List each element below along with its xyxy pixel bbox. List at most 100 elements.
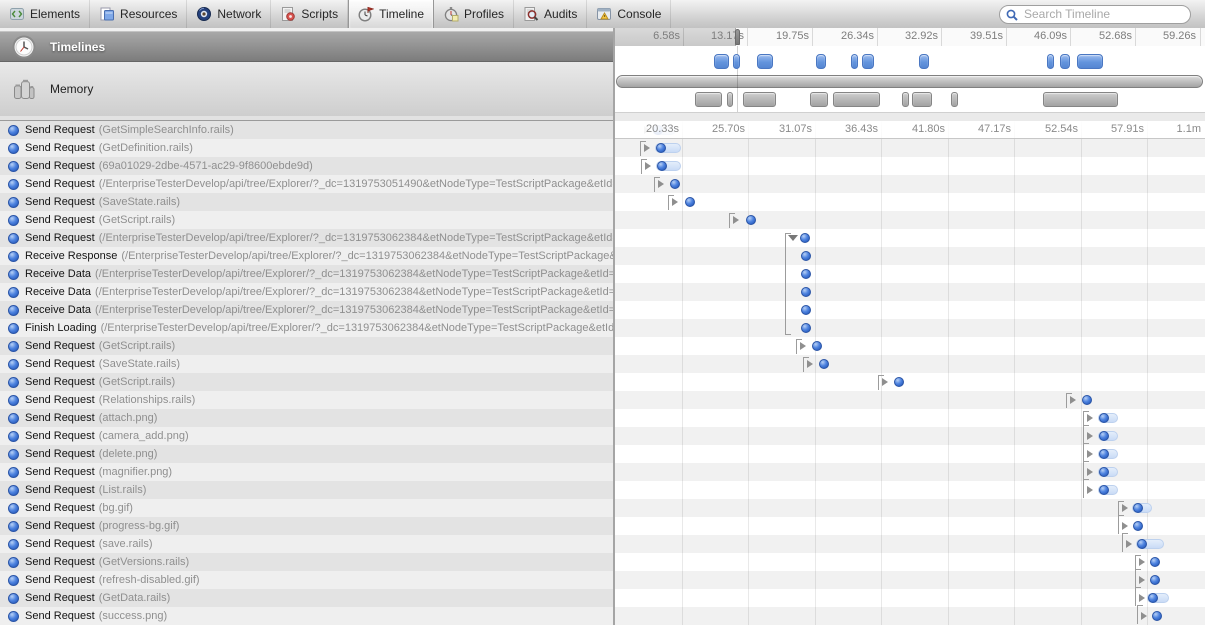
tab-timeline[interactable]: Timeline bbox=[348, 0, 434, 28]
timeline-record-row[interactable]: Receive Data(/EnterpriseTesterDevelop/ap… bbox=[0, 301, 613, 319]
ruler-tick bbox=[1006, 28, 1007, 46]
sidebar-item-memory[interactable]: Memory bbox=[0, 62, 613, 116]
record-event-dot[interactable] bbox=[1099, 467, 1109, 477]
timeline-record-row[interactable]: Send Request(camera_add.png) bbox=[0, 427, 613, 445]
record-event-dot[interactable] bbox=[1137, 539, 1147, 549]
timeline-record-row[interactable]: Send Request(/EnterpriseTesterDevelop/ap… bbox=[0, 175, 613, 193]
record-event-dot[interactable] bbox=[800, 233, 810, 243]
tab-audits[interactable]: Audits bbox=[514, 0, 587, 28]
tab-resources[interactable]: Resources bbox=[90, 0, 187, 28]
timeline-record-row[interactable]: Send Request(GetData.rails) bbox=[0, 589, 613, 607]
record-event-dot[interactable] bbox=[1152, 611, 1162, 621]
record-event-dot[interactable] bbox=[812, 341, 822, 351]
record-expand-arrow[interactable] bbox=[1122, 522, 1128, 530]
timeline-record-row[interactable]: Send Request(Relationships.rails) bbox=[0, 391, 613, 409]
record-expand-arrow[interactable] bbox=[788, 235, 798, 241]
record-event-dot[interactable] bbox=[670, 179, 680, 189]
record-event-dot[interactable] bbox=[1133, 521, 1143, 531]
grid-time-label: 20.33s bbox=[619, 123, 679, 135]
sidebar-item-timelines[interactable]: Timelines bbox=[0, 31, 613, 62]
record-expand-arrow[interactable] bbox=[1087, 450, 1093, 458]
timeline-record-row[interactable]: Send Request(GetScript.rails) bbox=[0, 373, 613, 391]
timeline-record-row[interactable]: Send Request(GetDefinition.rails) bbox=[0, 139, 613, 157]
record-event-dot[interactable] bbox=[657, 161, 667, 171]
timeline-record-row[interactable]: Send Request(magnifier.png) bbox=[0, 463, 613, 481]
record-expand-arrow[interactable] bbox=[645, 162, 651, 170]
record-type-dot bbox=[8, 485, 19, 496]
record-marker-lane bbox=[615, 301, 1205, 319]
timeline-record-row[interactable]: Send Request(bg.gif) bbox=[0, 499, 613, 517]
record-expand-arrow[interactable] bbox=[1141, 612, 1147, 620]
timeline-record-row[interactable]: Send Request(GetScript.rails) bbox=[0, 211, 613, 229]
timeline-record-row[interactable]: Receive Data(/EnterpriseTesterDevelop/ap… bbox=[0, 265, 613, 283]
record-expand-arrow[interactable] bbox=[1070, 396, 1076, 404]
ruler-label: 46.09s bbox=[1013, 30, 1067, 44]
timeline-record-row[interactable]: Send Request(delete.png) bbox=[0, 445, 613, 463]
record-event-dot[interactable] bbox=[801, 251, 811, 261]
record-event-dot[interactable] bbox=[1099, 431, 1109, 441]
record-expand-arrow[interactable] bbox=[1087, 486, 1093, 494]
record-event-dot[interactable] bbox=[1082, 395, 1092, 405]
record-event-dot[interactable] bbox=[1150, 575, 1160, 585]
record-expand-arrow[interactable] bbox=[1087, 414, 1093, 422]
record-expand-arrow[interactable] bbox=[807, 360, 813, 368]
record-expand-arrow[interactable] bbox=[1139, 594, 1145, 602]
overview-memory-bar bbox=[743, 92, 776, 107]
record-expand-arrow[interactable] bbox=[1087, 468, 1093, 476]
timeline-record-row[interactable]: Send Request(success.png) bbox=[0, 607, 613, 625]
overview-memory-bar bbox=[833, 92, 880, 107]
record-event-dot[interactable] bbox=[801, 305, 811, 315]
record-event-dot[interactable] bbox=[685, 197, 695, 207]
record-event-dot[interactable] bbox=[801, 269, 811, 279]
record-event-dot[interactable] bbox=[656, 143, 666, 153]
tab-profiles[interactable]: Profiles bbox=[434, 0, 514, 28]
record-expand-arrow[interactable] bbox=[1122, 504, 1128, 512]
record-expand-arrow[interactable] bbox=[1139, 558, 1145, 566]
record-event-dot[interactable] bbox=[894, 377, 904, 387]
record-expand-arrow[interactable] bbox=[800, 342, 806, 350]
tab-console[interactable]: Console bbox=[587, 0, 671, 28]
record-event-dot[interactable] bbox=[1133, 503, 1143, 513]
record-event-dot[interactable] bbox=[819, 359, 829, 369]
timeline-record-row[interactable]: Send Request(SaveState.rails) bbox=[0, 355, 613, 373]
record-event-dot[interactable] bbox=[801, 323, 811, 333]
record-event-dot[interactable] bbox=[1099, 413, 1109, 423]
record-event-dot[interactable] bbox=[1148, 593, 1158, 603]
tab-network[interactable]: Network bbox=[187, 0, 271, 28]
overview-scrollbar[interactable] bbox=[616, 75, 1203, 88]
timeline-record-row[interactable]: Send Request(refresh-disabled.gif) bbox=[0, 571, 613, 589]
record-expand-arrow[interactable] bbox=[644, 144, 650, 152]
record-event-dot[interactable] bbox=[746, 215, 756, 225]
record-event-dot[interactable] bbox=[801, 287, 811, 297]
record-expand-arrow[interactable] bbox=[1126, 540, 1132, 548]
timeline-record-row[interactable]: Send Request(GetSimpleSearchInfo.rails) bbox=[0, 121, 613, 139]
timeline-record-row[interactable]: Send Request(SaveState.rails) bbox=[0, 193, 613, 211]
record-marker-lane bbox=[615, 553, 1205, 571]
tab-elements[interactable]: Elements bbox=[0, 0, 90, 28]
record-expand-arrow[interactable] bbox=[733, 216, 739, 224]
record-expand-arrow[interactable] bbox=[658, 180, 664, 188]
overview-window-grip[interactable] bbox=[735, 29, 740, 45]
timeline-record-row[interactable]: Send Request(69a01029-2dbe-4571-ac29-9f8… bbox=[0, 157, 613, 175]
timeline-record-row[interactable]: Send Request(GetScript.rails) bbox=[0, 337, 613, 355]
timeline-record-row[interactable]: Send Request(save.rails) bbox=[0, 535, 613, 553]
record-expand-arrow[interactable] bbox=[882, 378, 888, 386]
record-event-dot[interactable] bbox=[1099, 485, 1109, 495]
timeline-record-row[interactable]: Send Request(List.rails) bbox=[0, 481, 613, 499]
record-action: Send Request(SaveState.rails) bbox=[25, 355, 180, 373]
record-expand-arrow[interactable] bbox=[1087, 432, 1093, 440]
timeline-record-row[interactable]: Send Request(attach.png) bbox=[0, 409, 613, 427]
timeline-record-row[interactable]: Send Request(/EnterpriseTesterDevelop/ap… bbox=[0, 229, 613, 247]
timeline-record-row[interactable]: Receive Response(/EnterpriseTesterDevelo… bbox=[0, 247, 613, 265]
record-event-dot[interactable] bbox=[1150, 557, 1160, 567]
record-event-dot[interactable] bbox=[1099, 449, 1109, 459]
tab-scripts[interactable]: Scripts bbox=[271, 0, 348, 28]
record-detail: (refresh-disabled.gif) bbox=[95, 574, 200, 586]
timeline-record-row[interactable]: Send Request(progress-bg.gif) bbox=[0, 517, 613, 535]
timeline-record-row[interactable]: Receive Data(/EnterpriseTesterDevelop/ap… bbox=[0, 283, 613, 301]
search-input[interactable] bbox=[999, 5, 1191, 24]
timeline-record-row[interactable]: Finish Loading(/EnterpriseTesterDevelop/… bbox=[0, 319, 613, 337]
timeline-record-row[interactable]: Send Request(GetVersions.rails) bbox=[0, 553, 613, 571]
record-expand-arrow[interactable] bbox=[672, 198, 678, 206]
record-expand-arrow[interactable] bbox=[1139, 576, 1145, 584]
